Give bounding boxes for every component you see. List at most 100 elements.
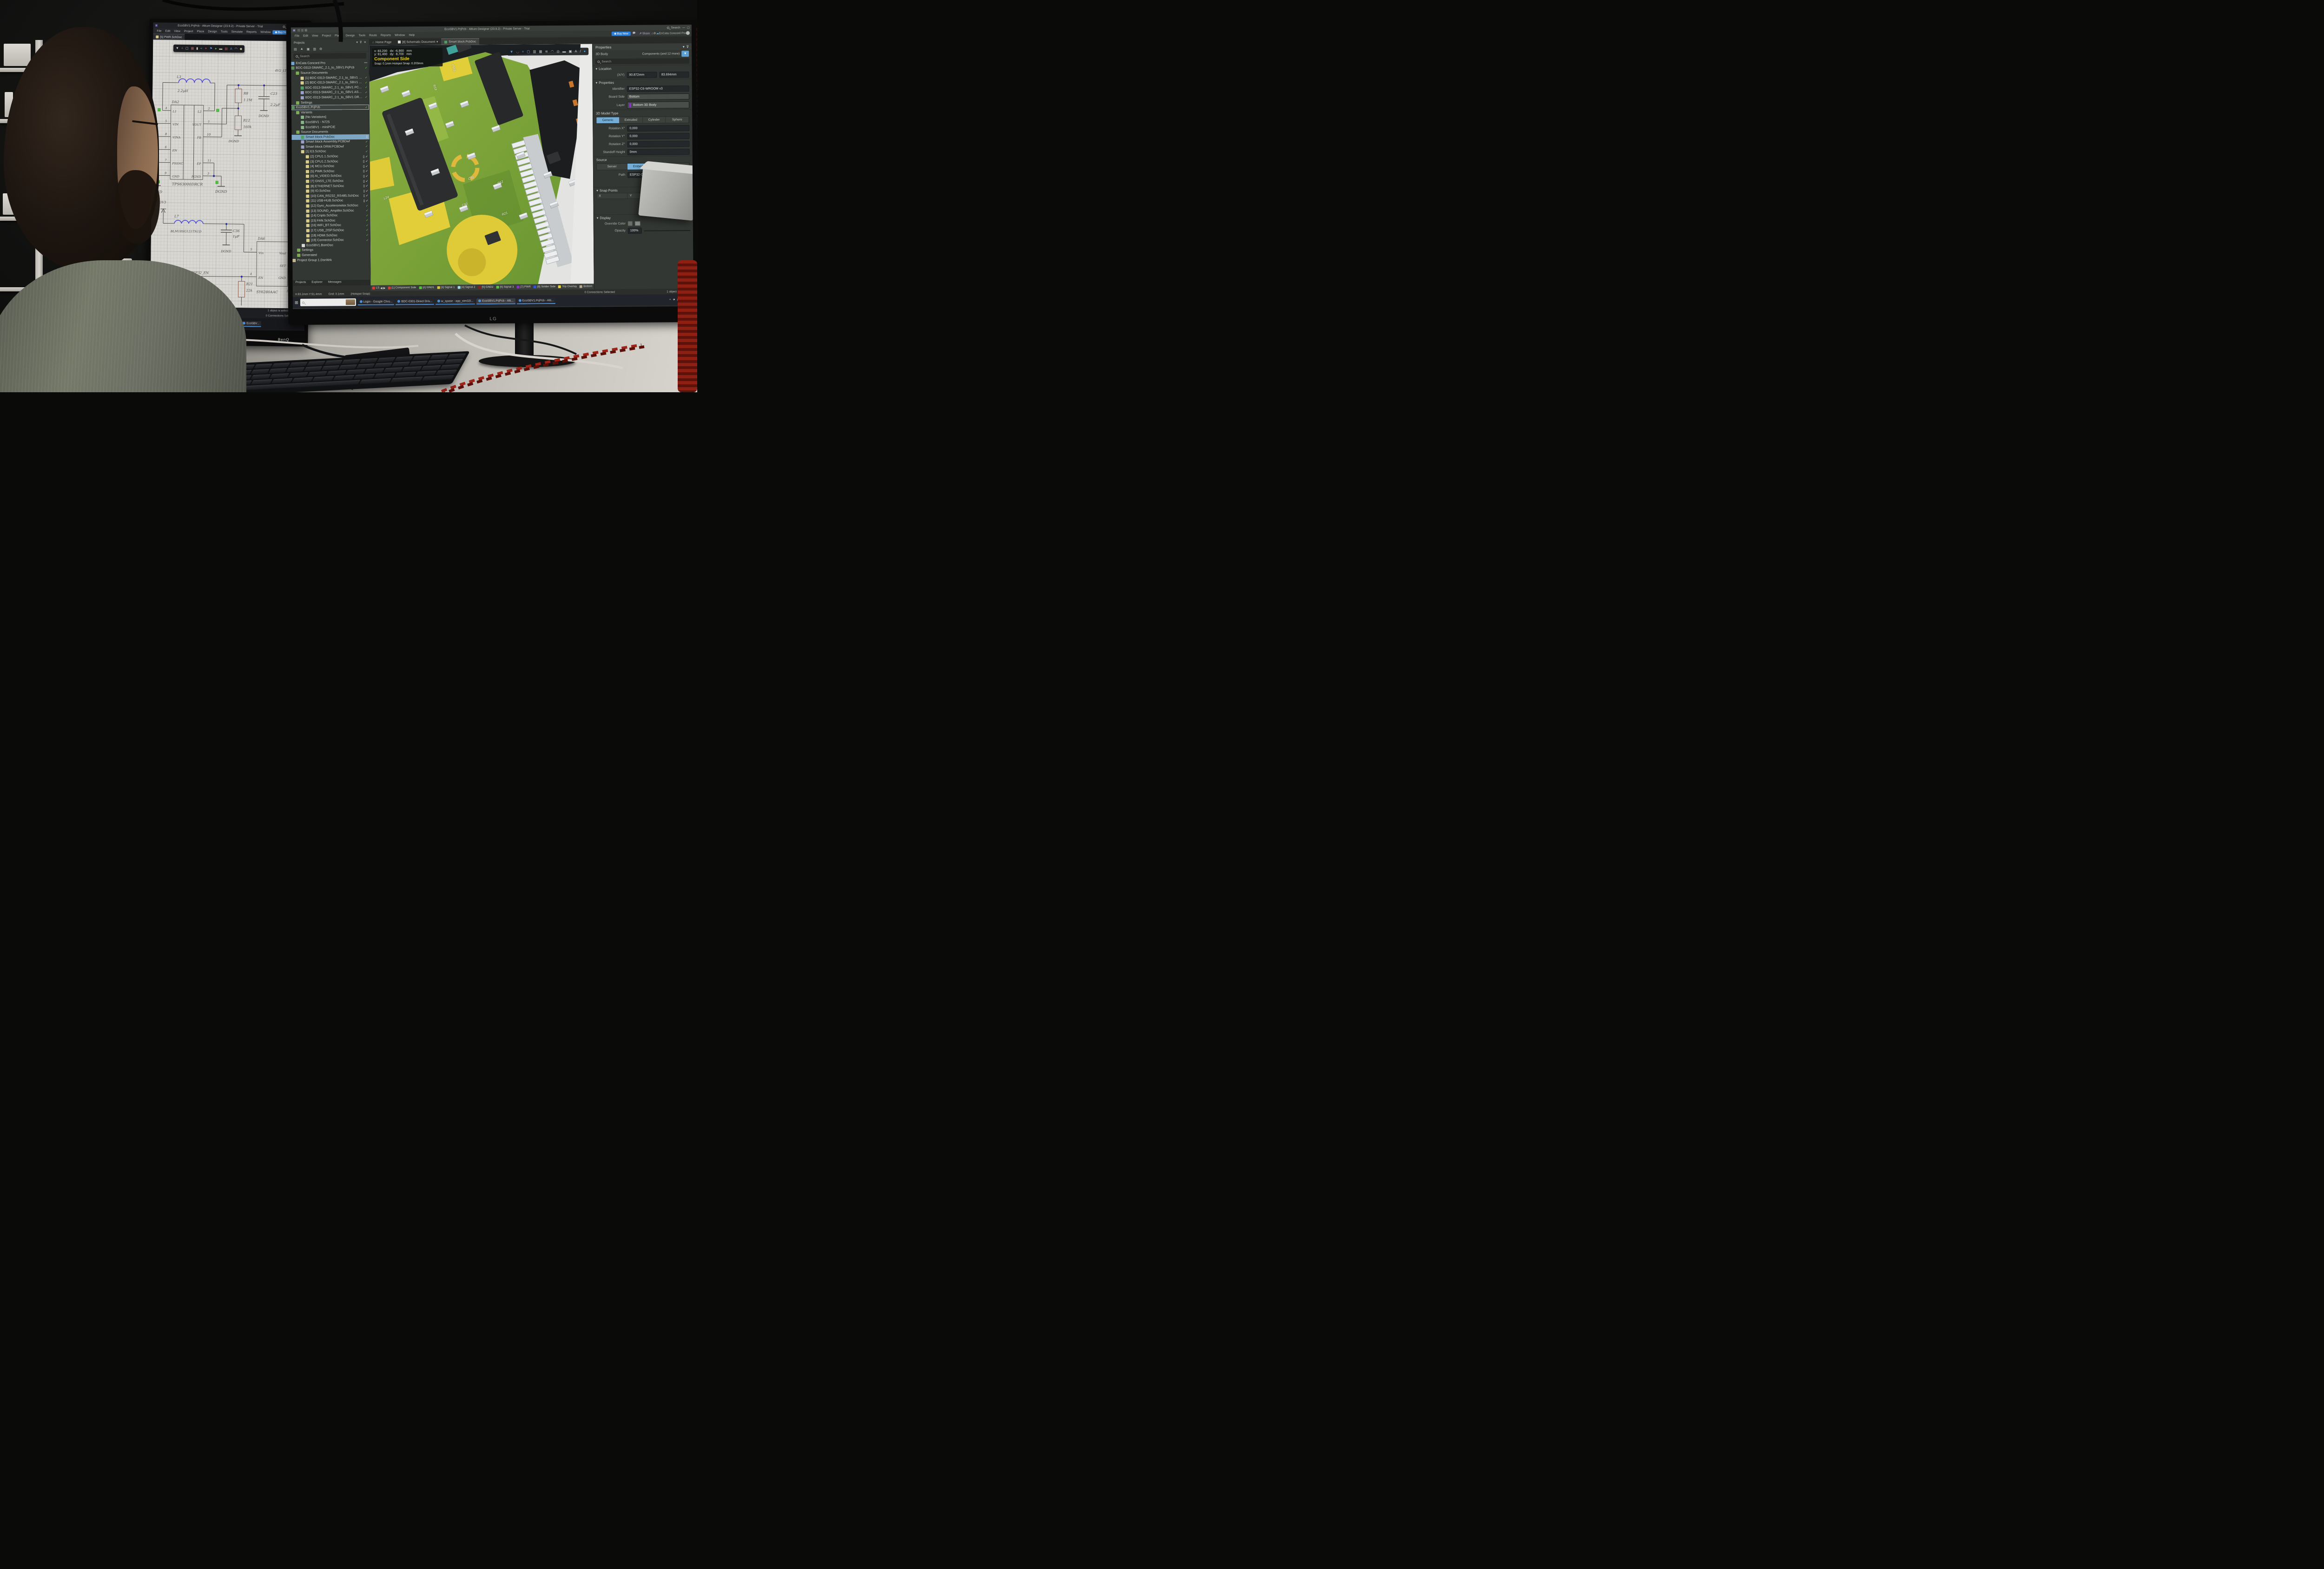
speaker-icon[interactable]: 🕪 [673,298,675,302]
panel-tool-icon[interactable]: ▤ [294,47,297,51]
layer-tab[interactable]: Bottom Overlay [578,285,593,288]
menu-item[interactable]: Place [333,34,344,37]
layer-tab[interactable]: Top Overlay [557,285,578,288]
menu-item[interactable]: View [310,34,320,37]
viewport-tool-icon[interactable]: ◎ [556,50,560,53]
opacity-slider[interactable] [644,230,690,231]
board-side-select[interactable]: Bottom [627,93,689,100]
viewport-tool-icon[interactable]: ▢ [527,50,530,54]
panel-caret-icon[interactable]: ▾ [357,40,358,44]
viewport-tool-icon[interactable]: A [575,50,577,53]
panel-tab[interactable]: Messages [325,280,344,285]
menu-item[interactable]: Help [407,33,416,37]
menu-item[interactable]: Project [182,29,195,33]
model-type-option[interactable]: Extruded [620,117,643,123]
rotation-y-field[interactable]: 0,000 [627,133,689,139]
menu-item[interactable]: Design [344,34,357,37]
search-label[interactable]: Search [671,26,680,29]
menu-item[interactable]: Window [393,33,407,37]
viewport-tool-icon[interactable]: ● [584,50,586,53]
menu-item[interactable]: File [293,34,301,37]
model-type-option[interactable]: Sphere [666,117,689,123]
menu-item[interactable]: Project [320,34,333,37]
viewport-tool-icon[interactable]: ◠ [551,50,554,53]
taskbar-app[interactable]: BDC-0301-Direct Driv... [396,298,434,305]
windows-search-box[interactable] [300,298,356,306]
layer-tab[interactable]: [8] Solder Side [532,285,557,288]
layer-tab[interactable]: [7] PWR [515,285,532,288]
projects-search[interactable]: Search [293,53,366,59]
tree-row[interactable]: Project Group 1.DsnWrk [292,257,370,263]
menu-item[interactable]: Edit [164,29,172,33]
layer-tab[interactable]: [6] Signal 3 [495,286,515,289]
panel-tab[interactable]: Explorer [309,280,325,286]
maximize-icon[interactable]: ▢ [687,26,690,29]
viewport-tool-icon[interactable]: ▼ [510,50,513,54]
section-location[interactable]: Location [599,66,611,71]
section-display[interactable]: Display [600,216,611,220]
taskbar-app[interactable]: EcoSBV... [241,321,261,327]
layer-tab[interactable]: [5] GND2 [476,286,495,289]
layer-tab[interactable]: [4] Signal 2 [456,286,476,289]
menu-item[interactable]: Window [258,30,272,33]
menu-item[interactable]: Simulate [230,30,245,33]
viewport-tool-icon[interactable]: ▦ [539,50,542,53]
layer-tab[interactable]: [2] GND1 [417,286,436,289]
viewport-tool-icon[interactable]: ◡ [516,50,519,54]
panel-tab[interactable]: Projects [293,280,309,286]
panel-close-icon[interactable]: ✕ [364,40,367,44]
menu-item[interactable]: File [155,29,163,33]
viewport-tool-icon[interactable]: + [522,50,524,54]
pin-icon[interactable]: ⊽ [687,45,689,49]
layer-tab[interactable]: [1] Component Side [386,286,417,289]
menu-item[interactable]: Design [206,30,219,33]
override-color-checkbox[interactable] [628,221,633,226]
identifier-field[interactable]: ESP32-C6-WROOM v3 [627,86,689,92]
menu-item[interactable]: Edit [301,34,310,37]
share-button[interactable]: ↗ Share [637,31,652,35]
model-type-option[interactable]: Cylinder [643,117,666,123]
menu-item[interactable]: Tools [357,33,367,37]
properties-search[interactable]: Search [595,58,689,64]
start-button[interactable]: ⊞ [295,300,298,305]
menu-item[interactable]: View [172,29,182,33]
panel-tool-icon[interactable]: ⚙ [319,47,322,51]
taskbar-app[interactable]: Login - Google Chro... [357,299,394,305]
opacity-field[interactable]: 100% [628,228,642,234]
menu-item[interactable]: Reports [244,30,258,33]
y-field[interactable]: 83.694mm [659,72,689,78]
section-properties[interactable]: Properties [599,80,614,85]
panel-tool-icon[interactable]: ▥ [313,47,316,51]
layer-tab[interactable]: [3] Signal 1 [436,286,456,289]
taskbar-app[interactable]: EcoSBV1.PrjPcb - Alti... [517,298,556,304]
menu-item[interactable]: Place [195,30,206,33]
panel-pin-icon[interactable]: ⊽ [360,40,362,44]
model-type-option[interactable]: Generic [596,117,620,123]
viewport-tool-icon[interactable]: ≋ [545,50,548,53]
layer-select[interactable]: Bottom 3D Body [627,101,689,109]
minimize-icon[interactable]: — [682,26,685,29]
tab-pcbdoc[interactable]: Smart block.PcbDoc [441,38,479,45]
tab-home[interactable]: ⌂Home Page [369,39,395,45]
layer-scroll-left-icon[interactable]: ◀ [380,286,383,290]
rotation-x-field[interactable]: 0,000 [627,125,689,132]
menu-item[interactable]: Tools [219,30,230,33]
taskbar-app[interactable]: EcoSBV1.PrjPcb - Alti... [476,298,515,304]
tray-expand-icon[interactable]: ^ [669,298,671,302]
taskbar-app[interactable]: w_spase - app_stm32l... [436,298,475,305]
x-field[interactable]: 90.872mm [627,72,657,78]
caret-down-icon[interactable]: ▾ [683,45,685,49]
viewport-tool-icon[interactable]: ▬ [562,50,566,53]
avatar[interactable] [686,31,690,35]
rotation-z-field[interactable]: 0,000 [627,141,690,147]
pcb-3d-viewport[interactable]: x: 83,200 dx: -6,900 mm y: 91,400 dy: 8,… [369,44,594,285]
panel-tool-icon[interactable]: ▣ [307,47,310,51]
override-color-swatch[interactable] [635,221,640,226]
menu-item[interactable]: Reports [379,33,393,37]
panel-tool-icon[interactable]: ▲ [300,47,304,51]
tab-schematic[interactable]: [8] Schematic Document ▾ [395,39,441,46]
comment-button[interactable]: 🗩 [631,31,638,36]
encata-label[interactable]: EnCata Concord Pro [659,32,686,35]
menu-item[interactable]: Route [367,33,379,37]
viewport-tool-icon[interactable]: ▥ [533,50,536,54]
